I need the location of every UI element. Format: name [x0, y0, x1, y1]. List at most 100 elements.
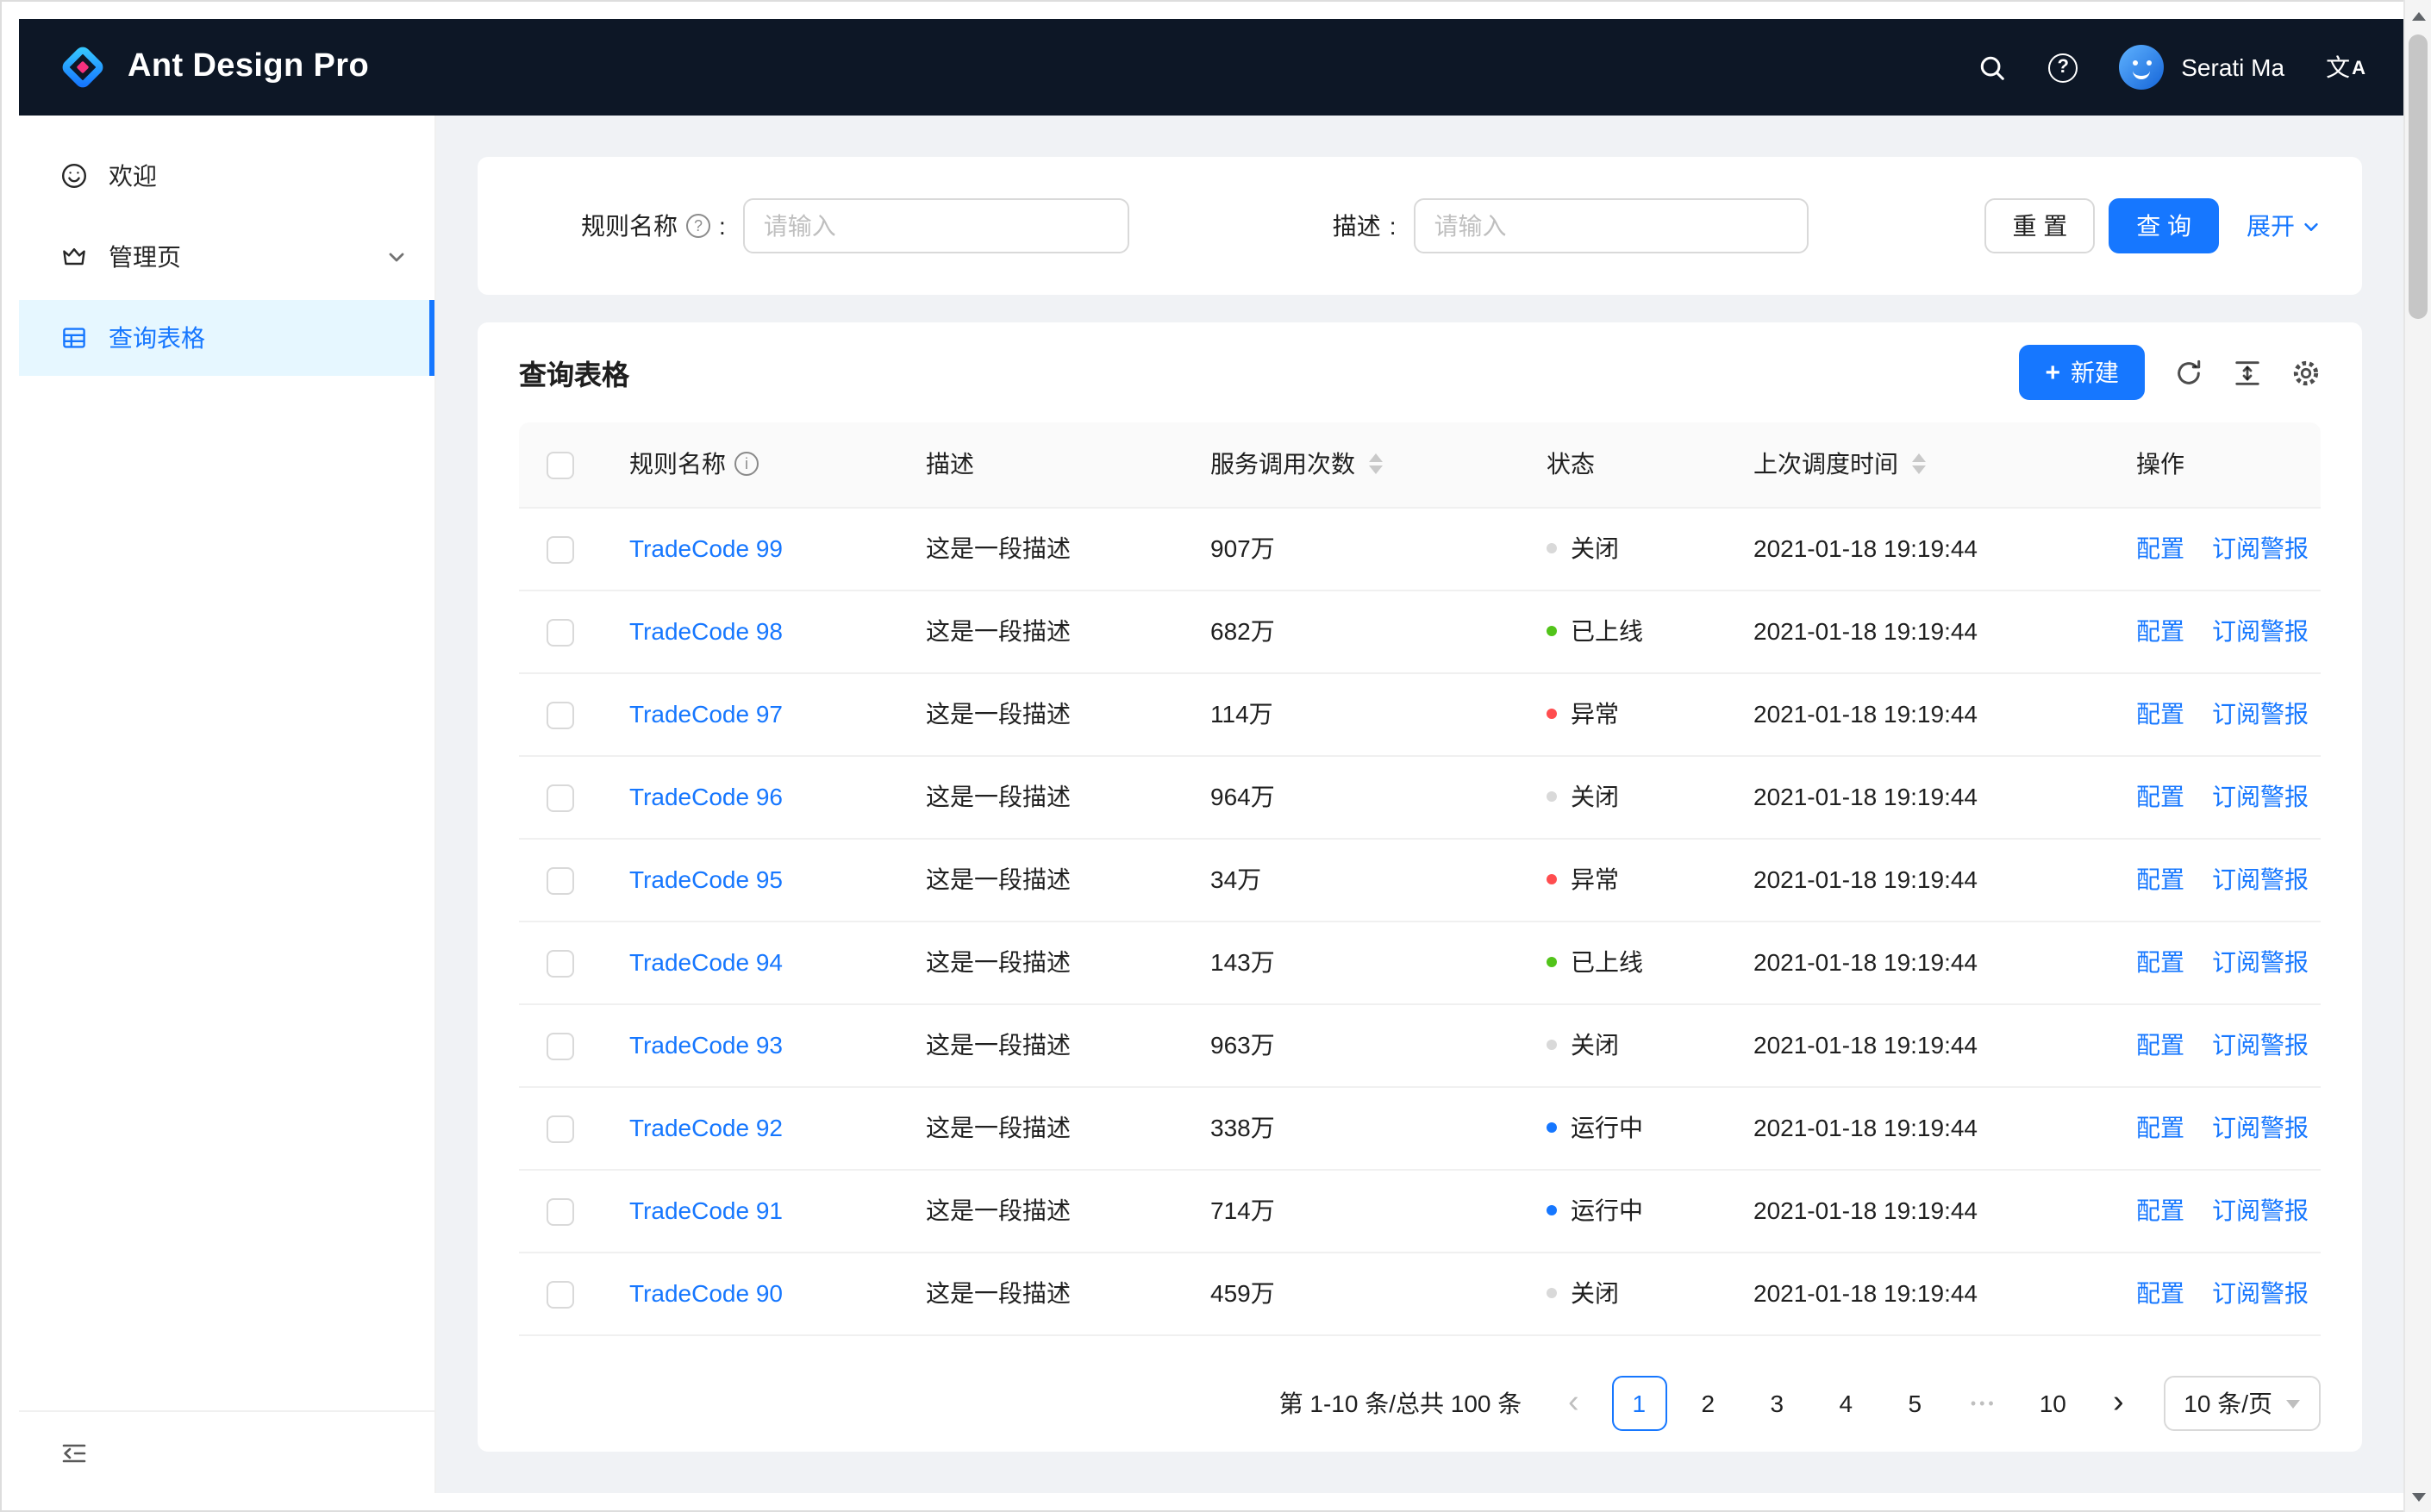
- table-row: TradeCode 92 这是一段描述 338万 运行中 2021-01-18 …: [519, 1086, 2321, 1170]
- row-checkbox[interactable]: [547, 1032, 574, 1060]
- select-all-checkbox[interactable]: [547, 451, 574, 479]
- col-description: 描述: [898, 422, 1183, 508]
- rule-name-input[interactable]: [742, 198, 1129, 253]
- reload-icon[interactable]: [2172, 357, 2203, 388]
- rule-name-link[interactable]: TradeCode 94: [629, 948, 783, 976]
- navbar-actions: Serati Ma: [1978, 45, 2365, 90]
- subscribe-alert-link[interactable]: 订阅警报: [2212, 1114, 2309, 1141]
- sidebar-menu: 欢迎 管理页 查询表格: [19, 116, 434, 1410]
- row-checkbox[interactable]: [547, 1280, 574, 1309]
- configure-link[interactable]: 配置: [2136, 948, 2184, 976]
- user-menu[interactable]: Serati Ma: [2119, 45, 2284, 90]
- rule-name-link[interactable]: TradeCode 99: [629, 534, 783, 562]
- sidebar-item-admin[interactable]: 管理页: [19, 219, 434, 295]
- rule-name-link[interactable]: TradeCode 93: [629, 1031, 783, 1059]
- prev-page-button[interactable]: ‹: [1549, 1376, 1597, 1431]
- subscribe-alert-link[interactable]: 订阅警报: [2212, 865, 2309, 893]
- pagination-page-1[interactable]: 1: [1611, 1376, 1667, 1431]
- last-scheduled-time: 2021-01-18 19:19:44: [1726, 1086, 2109, 1170]
- query-button[interactable]: 查 询: [2109, 198, 2219, 253]
- rule-name-link[interactable]: TradeCode 92: [629, 1114, 783, 1141]
- rule-name-link[interactable]: TradeCode 90: [629, 1279, 783, 1307]
- data-table: 规则名称 描述 服务调用次数 状态: [478, 422, 2362, 1355]
- sidebar-item-welcome[interactable]: 欢迎: [19, 138, 434, 214]
- pagination-page-2[interactable]: 2: [1680, 1376, 1735, 1431]
- row-checkbox[interactable]: [547, 1115, 574, 1143]
- pagination-page-3[interactable]: 3: [1749, 1376, 1804, 1431]
- configure-link[interactable]: 配置: [2136, 865, 2184, 893]
- rule-name-link[interactable]: TradeCode 97: [629, 700, 783, 728]
- table-card: 查询表格 + 新建 规则名称 i 描述 服务调用次数 状态 上次调度时间 操作 …: [478, 322, 2362, 1452]
- scrollbar-thumb[interactable]: [2409, 34, 2428, 319]
- subscribe-alert-link[interactable]: 订阅警报: [2212, 1196, 2309, 1224]
- scroll-down-arrow-icon[interactable]: [2405, 1483, 2431, 1510]
- rule-name-link[interactable]: TradeCode 98: [629, 617, 783, 645]
- status-label: 异常: [1571, 865, 1619, 893]
- row-checkbox[interactable]: [547, 866, 574, 895]
- row-checkbox[interactable]: [547, 1197, 574, 1226]
- status-dot: [1547, 709, 1557, 719]
- density-icon[interactable]: [2231, 357, 2262, 388]
- configure-link[interactable]: 配置: [2136, 1196, 2184, 1224]
- sidebar-item-label: 管理页: [109, 243, 181, 271]
- rule-description: 这是一段描述: [898, 921, 1183, 1004]
- configure-link[interactable]: 配置: [2136, 534, 2184, 562]
- subscribe-alert-link[interactable]: 订阅警报: [2212, 700, 2309, 728]
- rule-description: 这是一段描述: [898, 1003, 1183, 1087]
- new-button[interactable]: + 新建: [2019, 345, 2145, 400]
- subscribe-alert-link[interactable]: 订阅警报: [2212, 534, 2309, 562]
- configure-link[interactable]: 配置: [2136, 1114, 2184, 1141]
- last-scheduled-time: 2021-01-18 19:19:44: [1726, 507, 2109, 590]
- row-checkbox[interactable]: [547, 949, 574, 978]
- select-all-header: [519, 422, 602, 508]
- table-header-row: 规则名称 描述 服务调用次数 状态: [519, 422, 2321, 508]
- query-filter: 规则名称 : 描述 : 重 置: [478, 157, 2362, 295]
- translate-icon[interactable]: [2326, 55, 2365, 79]
- subscribe-alert-link[interactable]: 订阅警报: [2212, 1279, 2309, 1307]
- configure-link[interactable]: 配置: [2136, 783, 2184, 810]
- description-input[interactable]: [1413, 198, 1809, 253]
- plus-icon: +: [2045, 358, 2060, 387]
- sorter-icon[interactable]: [1912, 453, 1926, 475]
- service-call-count: 714万: [1183, 1169, 1519, 1253]
- status-label: 关闭: [1571, 534, 1619, 562]
- col-last-scheduled: 上次调度时间: [1726, 422, 2109, 508]
- reset-button[interactable]: 重 置: [1984, 198, 2096, 253]
- subscribe-alert-link[interactable]: 订阅警报: [2212, 617, 2309, 645]
- settings-gear-icon[interactable]: [2290, 357, 2321, 388]
- menu-fold-icon[interactable]: [60, 1439, 88, 1466]
- configure-link[interactable]: 配置: [2136, 617, 2184, 645]
- pagination-page-4[interactable]: 4: [1818, 1376, 1873, 1431]
- scroll-up-arrow-icon[interactable]: [2405, 2, 2431, 29]
- row-checkbox[interactable]: [547, 701, 574, 729]
- status-dot: [1547, 1205, 1557, 1215]
- subscribe-alert-link[interactable]: 订阅警报: [2212, 1031, 2309, 1059]
- pagination-page-5[interactable]: 5: [1887, 1376, 1942, 1431]
- last-scheduled-time: 2021-01-18 19:19:44: [1726, 1252, 2109, 1335]
- row-checkbox[interactable]: [547, 784, 574, 812]
- help-icon[interactable]: [2048, 53, 2078, 82]
- search-icon[interactable]: [1978, 53, 2007, 82]
- page-size-select[interactable]: 10 条/页: [2163, 1376, 2321, 1431]
- rule-name-link[interactable]: TradeCode 95: [629, 865, 783, 893]
- vertical-scrollbar[interactable]: [2403, 0, 2431, 1512]
- configure-link[interactable]: 配置: [2136, 1279, 2184, 1307]
- status-dot: [1547, 1040, 1557, 1050]
- row-checkbox[interactable]: [547, 618, 574, 647]
- configure-link[interactable]: 配置: [2136, 700, 2184, 728]
- subscribe-alert-link[interactable]: 订阅警报: [2212, 948, 2309, 976]
- pagination-page-10[interactable]: 10: [2025, 1376, 2080, 1431]
- rule-name-link[interactable]: TradeCode 96: [629, 783, 783, 810]
- subscribe-alert-link[interactable]: 订阅警报: [2212, 783, 2309, 810]
- row-checkbox[interactable]: [547, 535, 574, 564]
- service-call-count: 963万: [1183, 1003, 1519, 1087]
- rule-name-link[interactable]: TradeCode 91: [629, 1196, 783, 1224]
- brand[interactable]: Ant Design Pro: [57, 41, 369, 93]
- sorter-icon[interactable]: [1369, 453, 1383, 475]
- next-page-button[interactable]: ›: [2094, 1376, 2142, 1431]
- expand-toggle[interactable]: 展开: [2247, 209, 2321, 243]
- sidebar-item-table-list[interactable]: 查询表格: [19, 300, 434, 376]
- configure-link[interactable]: 配置: [2136, 1031, 2184, 1059]
- last-scheduled-time: 2021-01-18 19:19:44: [1726, 838, 2109, 922]
- col-actions: 操作: [2109, 422, 2321, 508]
